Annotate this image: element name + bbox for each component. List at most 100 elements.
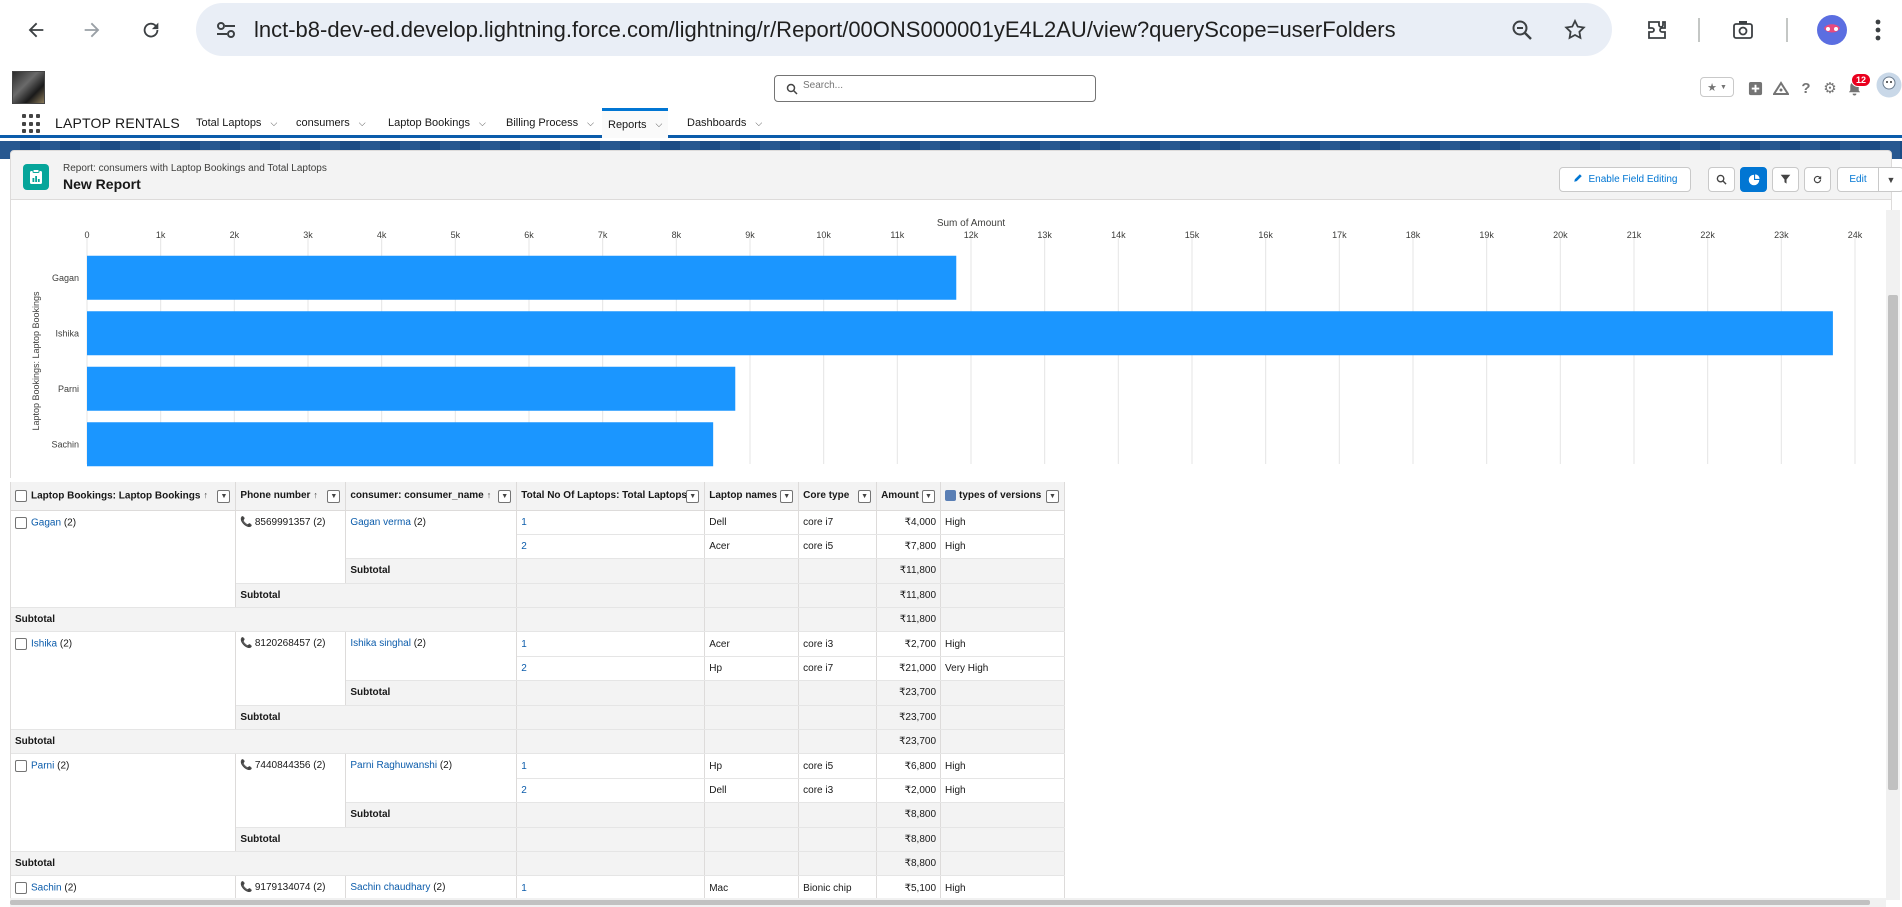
trailhead-icon[interactable] xyxy=(1770,77,1792,99)
zoom-icon[interactable] xyxy=(1505,13,1539,47)
empty-cell xyxy=(516,729,706,755)
org-logo[interactable] xyxy=(12,71,45,104)
enable-field-editing-button[interactable]: Enable Field Editing xyxy=(1559,167,1691,192)
chevron-down-icon[interactable]: ⌵ xyxy=(359,118,366,129)
search-input[interactable] xyxy=(803,80,1083,91)
chevron-down-icon[interactable]: ⌵ xyxy=(270,118,277,129)
edit-button[interactable]: Edit xyxy=(1837,167,1879,192)
back-icon[interactable] xyxy=(18,12,54,48)
global-actions-add-icon[interactable] xyxy=(1744,77,1766,99)
total-laptops-link[interactable]: 2 xyxy=(521,663,527,674)
column-label: Total No Of Laptops: Total Laptops xyxy=(521,490,687,502)
filter-button[interactable] xyxy=(1772,167,1799,192)
column-header-consumer-name[interactable]: consumer: consumer_name ↑ ▼ xyxy=(345,482,518,511)
vertical-scrollbar[interactable] xyxy=(1886,210,1900,900)
help-icon[interactable]: ? xyxy=(1795,77,1817,99)
chevron-down-icon[interactable]: ⌵ xyxy=(587,118,594,129)
favorites-star-icon[interactable]: ★ ▼ xyxy=(1700,77,1734,97)
refresh-button[interactable] xyxy=(1804,167,1831,192)
global-header: ★▼ ? ⚙ xyxy=(0,60,1902,108)
notification-count-badge: 12 xyxy=(1851,73,1872,87)
column-header-phone-number[interactable]: Phone number ↑ ▼ xyxy=(235,482,347,511)
horizontal-scrollbar[interactable] xyxy=(10,898,1886,907)
total-laptops-link[interactable]: 2 xyxy=(521,541,527,552)
tab-laptop-bookings[interactable]: Laptop Bookings ⌵ xyxy=(382,108,492,138)
column-menu-icon[interactable]: ▼ xyxy=(327,490,341,503)
column-header-total-laptops[interactable]: Total No Of Laptops: Total Laptops ▼ xyxy=(516,482,706,511)
consumer-link[interactable]: Gagan verma xyxy=(350,517,411,528)
laptop-name-cell: Mac xyxy=(704,875,800,898)
column-menu-icon[interactable]: ▼ xyxy=(922,490,936,503)
column-header-core-type[interactable]: Core type ▼ xyxy=(798,482,878,511)
phone-number[interactable]: 8120268457 xyxy=(255,638,311,649)
bookmark-star-icon[interactable] xyxy=(1558,13,1592,47)
booking-link[interactable]: Gagan xyxy=(31,517,61,528)
row-checkbox[interactable] xyxy=(15,760,27,773)
total-laptops-link[interactable]: 1 xyxy=(521,761,527,772)
booking-link[interactable]: Parni xyxy=(31,761,54,772)
booking-link[interactable]: Sachin xyxy=(31,883,62,894)
row-checkbox[interactable] xyxy=(15,882,27,895)
sort-ascending-icon[interactable]: ↑ xyxy=(313,490,318,500)
amount-cell: ₹2,700 xyxy=(876,631,942,657)
chevron-down-icon[interactable]: ⌵ xyxy=(755,118,762,129)
phone-number[interactable]: 7440844356 xyxy=(255,760,311,771)
total-laptops-link[interactable]: 2 xyxy=(521,785,527,796)
row-checkbox[interactable] xyxy=(15,516,27,529)
column-menu-icon[interactable]: ▼ xyxy=(498,490,512,503)
chevron-down-icon[interactable]: ⌵ xyxy=(479,118,486,129)
total-laptops-link[interactable]: 1 xyxy=(521,517,527,528)
column-header-amount[interactable]: Amount ▼ xyxy=(876,482,942,511)
consumer-link[interactable]: Ishika singhal xyxy=(350,638,411,649)
chevron-down-icon[interactable]: ⌵ xyxy=(656,119,663,130)
column-menu-icon[interactable]: ▼ xyxy=(686,490,700,503)
column-menu-icon[interactable]: ▼ xyxy=(780,490,794,503)
url-text[interactable]: lnct-b8-dev-ed.develop.lightning.force.c… xyxy=(254,17,1396,43)
phone-number[interactable]: 8569991357 xyxy=(255,517,311,528)
tab-total-laptops[interactable]: Total Laptops ⌵ xyxy=(190,108,283,138)
total-laptops-link[interactable]: 1 xyxy=(521,883,527,894)
setup-gear-icon[interactable]: ⚙ xyxy=(1819,77,1841,99)
consumer-link[interactable]: Parni Raghuwanshi xyxy=(350,760,437,771)
global-search[interactable] xyxy=(774,75,1096,102)
tab-reports[interactable]: Reports ⌵ xyxy=(602,108,669,138)
tab-billing-process[interactable]: Billing Process ⌵ xyxy=(500,108,600,138)
forward-icon[interactable] xyxy=(74,12,110,48)
amount-cell: ₹2,000 xyxy=(876,778,942,804)
x-tick-label: 13k xyxy=(1037,230,1052,240)
edit-menu-dropdown[interactable]: ▼ xyxy=(1878,167,1902,192)
phone-number[interactable]: 9179134074 xyxy=(255,882,311,893)
amount-cell: ₹6,800 xyxy=(876,753,942,779)
sort-ascending-icon[interactable]: ↑ xyxy=(203,490,208,500)
consumer-link[interactable]: Sachin chaudhary xyxy=(350,882,430,893)
profile-avatar-icon[interactable] xyxy=(1814,12,1850,48)
column-menu-icon[interactable]: ▼ xyxy=(858,490,872,503)
row-checkbox[interactable] xyxy=(15,638,27,651)
address-bar[interactable]: lnct-b8-dev-ed.develop.lightning.force.c… xyxy=(196,3,1612,56)
tab-consumers[interactable]: consumers ⌵ xyxy=(290,108,372,138)
kebab-menu-icon[interactable] xyxy=(1860,12,1896,48)
booking-link[interactable]: Ishika xyxy=(31,639,57,650)
select-all-checkbox[interactable] xyxy=(15,489,27,502)
column-menu-icon[interactable]: ▼ xyxy=(217,490,231,503)
screenshot-icon[interactable] xyxy=(1725,12,1761,48)
chart-toggle-button[interactable] xyxy=(1740,167,1767,192)
search-report-button[interactable] xyxy=(1708,167,1735,192)
empty-cell xyxy=(940,851,1065,877)
column-header-types-of-versions[interactable]: types of versions ▼ xyxy=(940,482,1065,511)
empty-cell xyxy=(704,729,800,755)
app-launcher-icon[interactable] xyxy=(22,114,42,134)
column-header-laptop-bookings[interactable]: Laptop Bookings: Laptop Bookings ↑ ▼ xyxy=(11,482,237,511)
scrollbar-thumb[interactable] xyxy=(10,900,1870,905)
column-menu-icon[interactable]: ▼ xyxy=(1046,490,1059,503)
site-settings-icon[interactable] xyxy=(214,18,238,47)
total-laptops-link[interactable]: 1 xyxy=(521,639,527,650)
empty-cell xyxy=(798,827,878,852)
tab-dashboards[interactable]: Dashboards ⌵ xyxy=(681,108,768,138)
user-avatar-icon[interactable] xyxy=(1876,72,1902,98)
reload-icon[interactable] xyxy=(133,12,169,48)
extensions-icon[interactable] xyxy=(1639,12,1675,48)
scrollbar-thumb[interactable] xyxy=(1888,295,1898,790)
sort-ascending-icon[interactable]: ↑ xyxy=(487,490,492,500)
column-header-laptop-names[interactable]: Laptop names ▼ xyxy=(704,482,800,511)
